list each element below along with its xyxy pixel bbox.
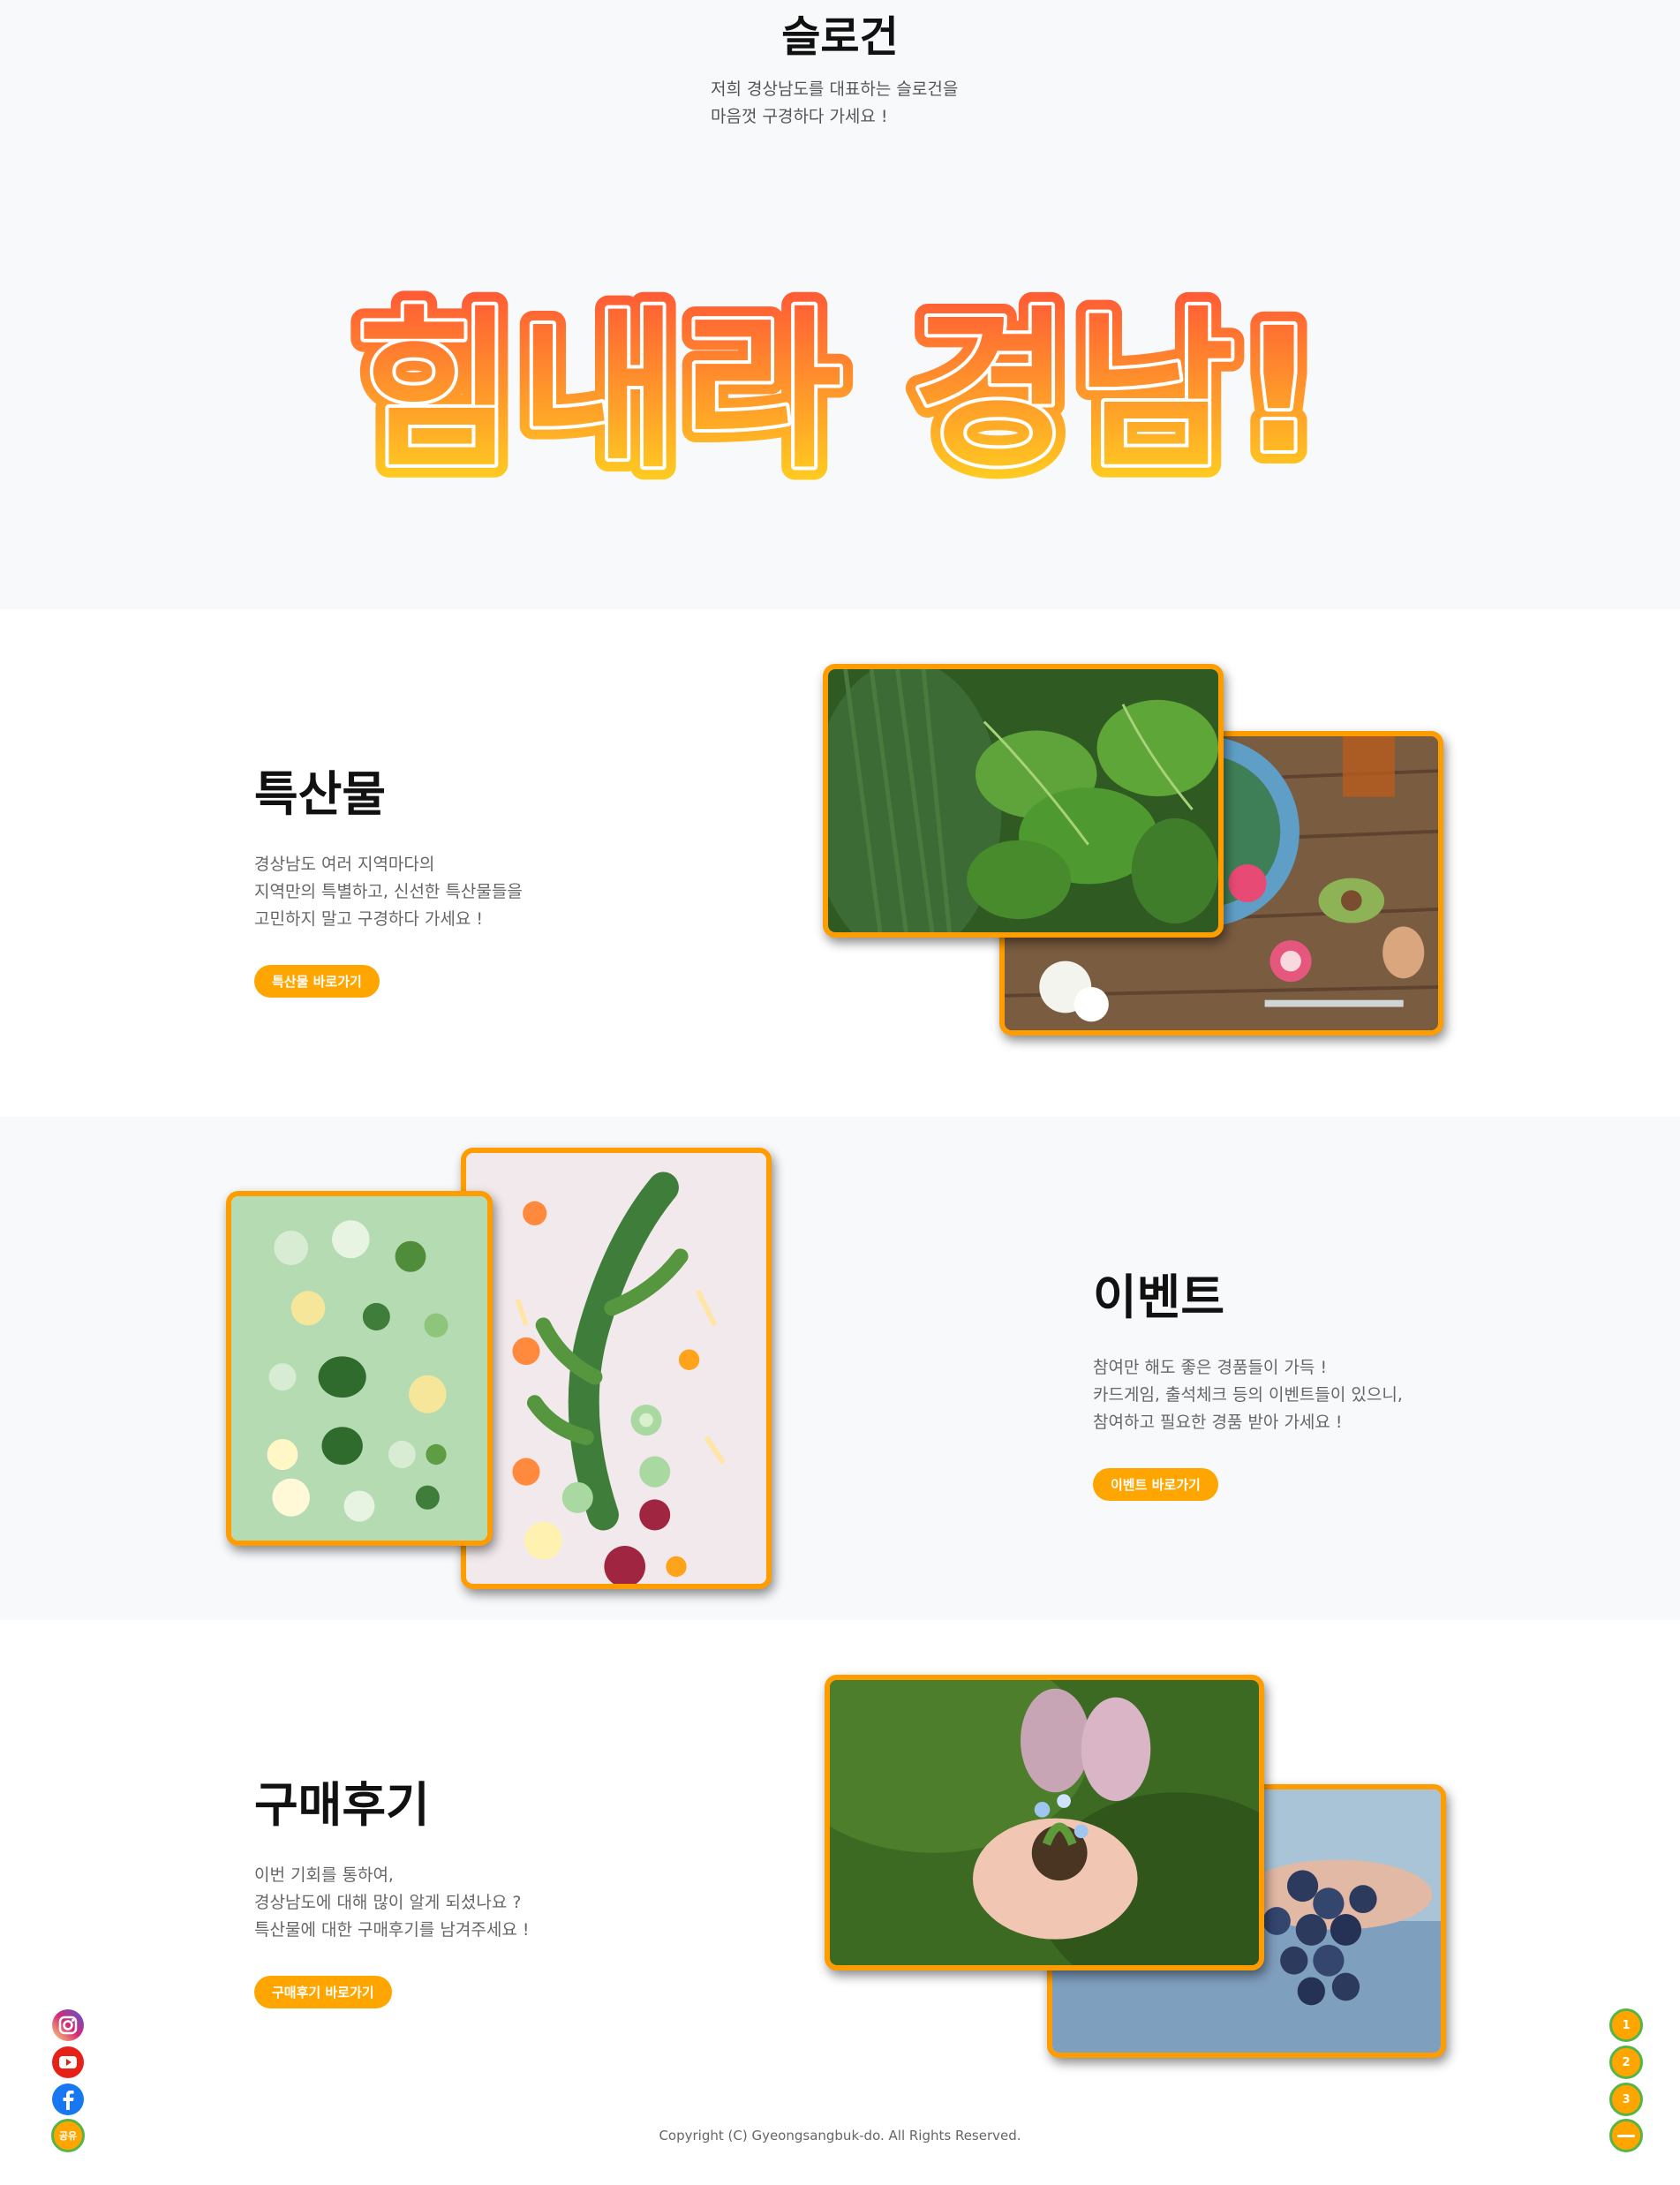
- review-photo-plant-hands: [825, 1675, 1264, 1970]
- slogan-title: 슬로건: [781, 12, 899, 62]
- review-content: 구매후기 이번 기회를 통하여, 경상남도에 대해 많이 알게 되셨나요 ? 특…: [254, 1766, 529, 2008]
- event-section: 이벤트 참여만 해도 좋은 경품들이 가득 ! 카드게임, 출석체크 등의 이벤…: [0, 1117, 1680, 1620]
- event-photo-vegetables: [226, 1191, 493, 1546]
- products-content: 특산물 경상남도 여러 지역마다의 지역만의 특별하고, 신선한 특산물들을 고…: [254, 755, 523, 998]
- review-description: 이번 기회를 통하여, 경상남도에 대해 많이 알게 되셨나요 ? 특산물에 대…: [254, 1865, 530, 1940]
- review-section: 구매후기 이번 기회를 통하여, 경상남도에 대해 많이 알게 되셨나요 ? 특…: [0, 1620, 1680, 2185]
- pager-item-1[interactable]: 1: [1609, 2008, 1643, 2042]
- footer-copyright: Copyright (C) Gyeongsangbuk-do. All Righ…: [659, 2128, 1021, 2144]
- products-description: 경상남도 여러 지역마다의 지역만의 특별하고, 신선한 특산물들을 고민하지 …: [254, 855, 523, 929]
- review-title: 구매후기: [254, 1777, 430, 1833]
- event-link-button[interactable]: 이벤트 바로가기: [1093, 1468, 1218, 1501]
- review-link-button[interactable]: 구매후기 바로가기: [254, 1976, 392, 2008]
- slogan-headline-graphic: 힘내라 경남! 힘내라 경남! 힘내라 경남!: [343, 277, 1331, 504]
- event-photo-kale: [461, 1148, 772, 1589]
- products-photo-greens: [823, 664, 1224, 938]
- pager-item-2[interactable]: 2: [1609, 2046, 1643, 2079]
- slogan-headline: 힘내라 경남! 힘내라 경남! 힘내라 경남!: [0, 265, 1680, 523]
- products-title: 특산물: [254, 766, 387, 822]
- instagram-icon[interactable]: [51, 2008, 85, 2042]
- youtube-icon[interactable]: [51, 2046, 85, 2079]
- pager-item-3[interactable]: 3: [1609, 2083, 1643, 2116]
- slogan-headline-text-core: 힘내라 경남!: [356, 290, 1323, 491]
- event-content: 이벤트 참여만 해도 좋은 경품들이 가득 ! 카드게임, 출석체크 등의 이벤…: [1093, 1258, 1403, 1501]
- products-section: 특산물 경상남도 여러 지역마다의 지역만의 특별하고, 신선한 특산물들을 고…: [0, 609, 1680, 1117]
- products-link-button[interactable]: 특산물 바로가기: [254, 965, 380, 998]
- event-description: 참여만 해도 좋은 경품들이 가득 ! 카드게임, 출석체크 등의 이벤트들이 …: [1093, 1358, 1403, 1432]
- event-title: 이벤트: [1093, 1270, 1225, 1325]
- facebook-icon[interactable]: [51, 2083, 85, 2116]
- slogan-section: 슬로건 저희 경상남도를 대표하는 슬로건을 마음껏 구경하다 가세요 ! 힘내…: [0, 0, 1680, 609]
- slogan-description: 저희 경상남도를 대표하는 슬로건을 마음껏 구경하다 가세요 !: [711, 79, 959, 126]
